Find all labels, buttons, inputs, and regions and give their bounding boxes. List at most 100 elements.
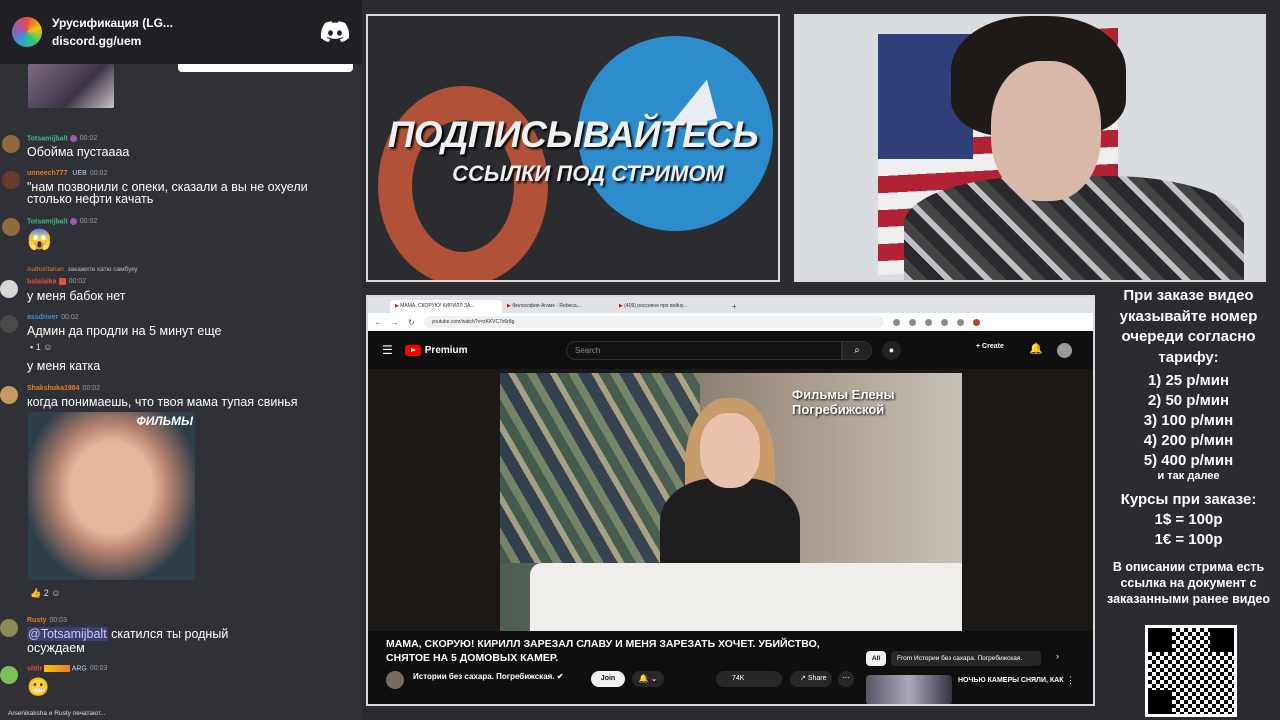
reload-icon[interactable]: ↻ <box>408 318 415 327</box>
server-icon <box>12 17 42 47</box>
qr-code[interactable] <box>1145 625 1237 717</box>
timestamp: 00:02 <box>79 218 98 226</box>
address-bar: ← → ↻ youtube.com/watch?v=zKKVC7x6r8g <box>368 313 1093 331</box>
create-button[interactable]: + Create <box>976 343 1004 350</box>
channel-avatar[interactable] <box>386 671 404 689</box>
chat-image-attachment[interactable] <box>28 64 114 108</box>
extension-icon[interactable] <box>956 318 964 326</box>
username[interactable]: shtir <box>27 665 42 672</box>
search-icon[interactable]: ⌕ <box>842 341 872 360</box>
banner-title: ПОДПИСЫВАЙТЕСЬ <box>387 114 759 155</box>
reply-text: закажите катю самбуку <box>67 266 138 273</box>
discord-logo-icon <box>320 21 350 42</box>
reaction-count: 1 <box>35 342 41 352</box>
message-text-line2: осуждаем <box>27 641 85 655</box>
avatar[interactable] <box>0 666 18 684</box>
presenter-face <box>700 413 760 488</box>
username[interactable]: balalaika <box>27 278 57 285</box>
description-note: В описании стрима есть ссылка на докумен… <box>1107 560 1270 606</box>
browser-tab[interactable]: ▶ МАМА, СКОРУЮ! КИРИЛЛ ЗА... <box>390 300 502 313</box>
chip-from-channel[interactable]: From Истории без сахара. Погребижская. <box>891 651 1041 666</box>
reaction[interactable]: 👍 2 ☺ <box>30 588 60 599</box>
chat-image-attachment[interactable]: ФИЛЬМЫ <box>28 412 195 580</box>
message-text: Админ да продли на 5 минут еще <box>27 324 222 338</box>
avatar[interactable] <box>2 135 20 153</box>
chip-all[interactable]: All <box>866 651 886 666</box>
username[interactable]: Rusty <box>27 617 46 624</box>
subscribe-banner: ПОДПИСЫВАЙТЕСЬ ССЫЛКИ ПОД СТРИМОМ <box>366 14 780 282</box>
search-input[interactable]: Search <box>566 341 842 360</box>
timestamp: 00:02 <box>61 314 79 321</box>
webcam-feed <box>794 14 1266 282</box>
microphone-icon[interactable]: ● <box>882 341 901 360</box>
courses-title: Курсы при заказе: <box>1120 491 1257 508</box>
new-tab-button[interactable]: + <box>726 302 743 313</box>
extension-icon[interactable] <box>908 318 916 326</box>
flag-icon <box>58 278 66 285</box>
embed-preview-bar <box>178 64 353 72</box>
more-actions-icon[interactable]: ⋮ <box>1066 675 1075 686</box>
browser-tab[interactable]: ▶ (409) россияне про войну... <box>614 300 726 313</box>
browser-window: ▶ МАМА, СКОРУЮ! КИРИЛЛ ЗА... ▶ Философия… <box>366 295 1095 706</box>
tariff-item: 3) 100 р/мин <box>1143 412 1234 429</box>
extension-icon[interactable] <box>892 318 900 326</box>
recommended-video-thumbnail[interactable] <box>866 675 952 704</box>
youtube-premium-label[interactable]: Premium <box>425 345 468 356</box>
menu-icon[interactable]: ☰ <box>382 343 393 357</box>
chevron-right-icon[interactable]: › <box>1056 651 1059 661</box>
gradient-badge <box>44 665 71 672</box>
url-field[interactable]: youtube.com/watch?v=zKKVC7x6r8g <box>423 316 884 328</box>
table <box>530 563 962 631</box>
recommended-video-title[interactable]: НОЧЬЮ КАМЕРЫ СНЯЛИ, КАК <box>958 677 1063 684</box>
video-watermark: Фильмы Елены Погребижской <box>792 387 895 417</box>
avatar[interactable] <box>2 218 20 236</box>
username[interactable]: assdriver <box>27 314 58 321</box>
youtube-header: ☰ Premium Search ⌕ ● + Create 🔔 <box>368 331 1093 369</box>
profile-icon[interactable] <box>972 318 980 326</box>
avatar[interactable] <box>0 619 18 637</box>
join-button[interactable]: Join <box>591 671 625 687</box>
extension-icon[interactable] <box>940 318 948 326</box>
user-mention[interactable]: @Totsamijbalt <box>27 627 108 641</box>
like-button[interactable]: 74K <box>716 671 782 687</box>
username[interactable]: unneech777 <box>27 170 67 177</box>
reaction[interactable]: ▪ 1 ☺ <box>30 342 52 352</box>
username[interactable]: Totsamijbalt <box>27 135 68 142</box>
tariff-etc: и так далее <box>1157 470 1220 482</box>
server-invite-link[interactable]: discord.gg/uem <box>52 34 320 48</box>
tariff-item: 1) 25 р/мин <box>1147 372 1230 389</box>
avatar[interactable] <box>2 171 20 189</box>
video-title: МАМА, СКОРУЮ! КИРИЛЛ ЗАРЕЗАЛ СЛАВУ И МЕН… <box>386 638 820 664</box>
youtube-logo-icon[interactable] <box>404 344 421 356</box>
browser-tab[interactable]: ▶ Философия Агаме - Rebeca... <box>502 300 614 313</box>
badge-icon <box>69 218 77 225</box>
typing-indicator: Arsenikaksha и Rusty печатают... <box>8 710 106 717</box>
video-player[interactable]: Фильмы Елены Погребижской <box>368 369 1093 631</box>
channel-name[interactable]: Истории без сахара. Погребижская. ✔ <box>413 672 563 681</box>
message-text: у меня бабок нет <box>27 289 126 303</box>
share-button[interactable]: ↗ Share <box>790 671 832 687</box>
tab-bar: ▶ МАМА, СКОРУЮ! КИРИЛЛ ЗА... ▶ Философия… <box>368 297 1093 313</box>
timestamp: 00:02 <box>68 278 87 286</box>
username[interactable]: Shakshuka1984 <box>27 385 80 392</box>
message-text: скатился ты родный <box>107 627 229 641</box>
avatar[interactable] <box>0 386 18 404</box>
discord-server-header[interactable]: Урусификация (LG... discord.gg/uem <box>0 0 362 64</box>
avatar[interactable] <box>0 280 18 298</box>
notifications-icon[interactable]: 🔔 <box>1029 342 1043 355</box>
course-usd: 1$ = 100р <box>1154 511 1223 528</box>
subscribe-bell-button[interactable]: 🔔 ⌄ <box>632 671 664 687</box>
reply-username[interactable]: Authoritarian <box>27 266 64 273</box>
extension-icon[interactable] <box>924 318 932 326</box>
message-text: когда понимаешь, что твоя мама тупая сви… <box>27 395 298 409</box>
message-text: у меня катка <box>27 359 101 373</box>
timestamp: 00:03 <box>49 617 67 624</box>
avatar[interactable] <box>0 315 18 333</box>
forward-icon[interactable]: → <box>391 318 399 327</box>
timestamp: 00:02 <box>79 135 98 143</box>
message-text: Обойма пустаааа <box>27 145 130 159</box>
account-avatar[interactable] <box>1057 343 1072 358</box>
more-actions-icon[interactable]: ⋯ <box>838 671 854 687</box>
username[interactable]: Totsamijbalt <box>27 218 68 225</box>
back-icon[interactable]: ← <box>374 318 382 327</box>
